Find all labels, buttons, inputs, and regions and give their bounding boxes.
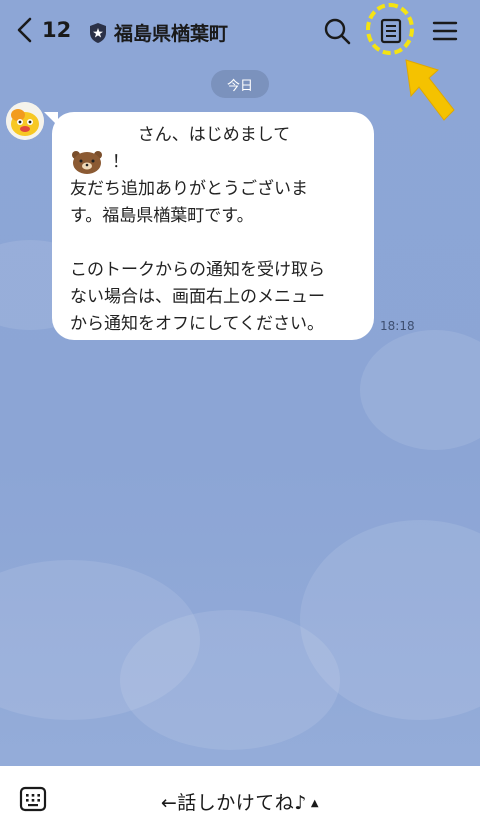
pointer-arrow-icon <box>405 59 455 121</box>
message-line <box>70 230 358 257</box>
exclamation-text: ！ <box>112 152 129 172</box>
avatar[interactable] <box>6 102 44 140</box>
emoji-line: ！ <box>70 149 358 176</box>
chat-title: 福島県楢葉町 <box>114 23 229 45</box>
message-timestamp: 18:18 <box>380 319 415 333</box>
shield-star-icon <box>90 22 106 43</box>
mascot-avatar-icon <box>6 102 44 140</box>
caret-up-icon: ▲ <box>310 798 320 809</box>
chat-title-group[interactable]: 福島県楢葉町 <box>88 19 228 46</box>
input-footer: ←話しかけてね♪ ▲ <box>0 766 480 832</box>
chat-header: 12 福島県楢葉町 <box>0 0 480 64</box>
message-line: ない場合は、画面右上のメニュー <box>70 287 325 307</box>
message-line: このトークからの通知を受け取ら <box>70 260 325 280</box>
greeting-text: さん、はじめまして <box>137 125 291 145</box>
search-icon[interactable] <box>322 16 352 46</box>
message-line: 友だち追加ありがとうございま <box>70 179 308 199</box>
bear-emoji-icon <box>72 151 102 174</box>
highlight-circle <box>366 3 414 55</box>
rich-menu-toggle[interactable]: ←話しかけてね♪ ▲ <box>0 788 480 815</box>
unread-count: 12 <box>42 18 72 42</box>
message-line: から通知をオフにしてください。 <box>70 314 324 334</box>
prompt-text: ←話しかけてね♪ <box>160 792 307 814</box>
message-bubble[interactable]: さん、はじめまして ！ 友だち追加ありがとうございま す。福島県楢葉町です。 こ… <box>52 112 374 340</box>
back-button[interactable]: 12 <box>14 16 71 44</box>
message-line: す。福島県楢葉町です。 <box>70 206 254 226</box>
menu-icon[interactable] <box>430 16 460 46</box>
chevron-left-icon <box>17 17 32 43</box>
date-separator: 今日 <box>211 70 269 98</box>
